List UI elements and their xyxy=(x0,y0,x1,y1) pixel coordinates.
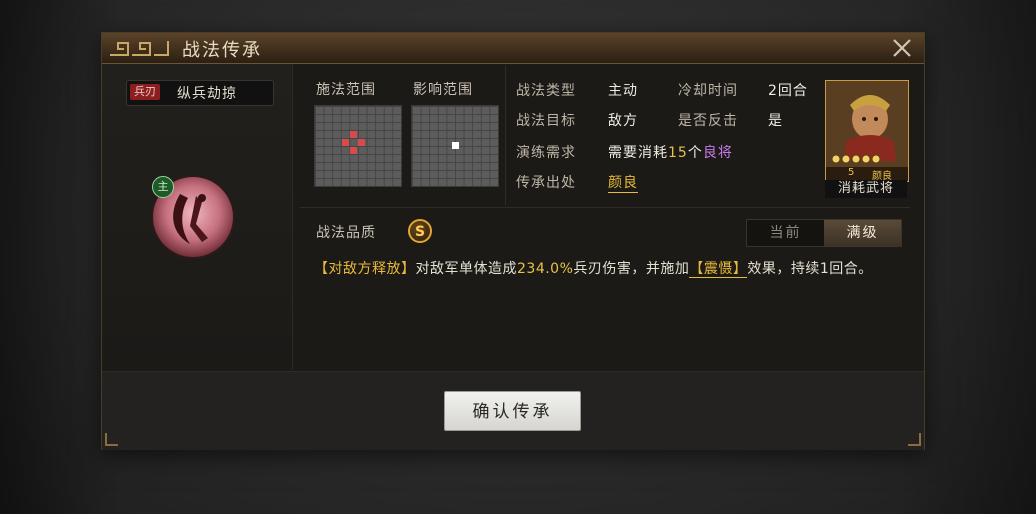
desc-damage: 234.0% xyxy=(517,261,574,277)
dialog-title: 战法传承 xyxy=(182,40,262,61)
dialog-titlebar: 战法传承 xyxy=(102,33,924,64)
skill-target-value: 敌方 xyxy=(608,113,638,129)
consume-general-caption: 消耗武将 xyxy=(825,180,907,198)
quality-grade-badge: S xyxy=(408,219,432,243)
skill-target-label: 战法目标 xyxy=(516,113,576,129)
cast-range-grid xyxy=(314,105,402,187)
corner-ornament-icon xyxy=(908,433,921,446)
source-general-link[interactable]: 颜良 xyxy=(608,172,638,193)
cast-range-label: 施法范围 xyxy=(316,82,376,98)
desc-text-2: 兵刃伤害，并施加 xyxy=(573,261,690,277)
close-icon[interactable] xyxy=(890,36,914,60)
range-cell xyxy=(342,139,349,146)
skill-description: 【对敌方释放】对敌军单体造成234.0%兵刃伤害，并施加【震慑】效果，持续1回合… xyxy=(314,258,904,280)
train-prefix: 需要消耗 xyxy=(608,145,668,161)
current-level-tab[interactable]: 当前 xyxy=(747,220,824,246)
max-level-tab[interactable]: 满级 xyxy=(824,220,901,246)
train-requirement-label: 演练需求 xyxy=(516,145,576,161)
desc-text-3: 效果，持续1回合。 xyxy=(747,261,873,277)
counter-label: 是否反击 xyxy=(678,113,738,129)
train-requirement-value: 需要消耗15个良将 xyxy=(608,142,733,162)
cooldown-value: 2回合 xyxy=(768,83,808,99)
divider xyxy=(505,65,506,205)
source-label: 传承出处 xyxy=(516,175,576,191)
skill-type-label: 战法类型 xyxy=(516,83,576,99)
general-portrait-icon xyxy=(826,81,908,181)
general-rank: 5 xyxy=(848,167,855,178)
range-cell xyxy=(358,139,365,146)
counter-value: 是 xyxy=(768,113,783,129)
skill-type-value: 主动 xyxy=(608,83,638,99)
general-card[interactable]: 5 颜良 xyxy=(825,80,909,182)
desc-text-1: 对敌军单体造成 xyxy=(415,261,517,277)
skill-quality-label: 战法品质 xyxy=(316,225,376,241)
train-item: 良将 xyxy=(702,145,733,161)
range-cell xyxy=(350,147,357,154)
skill-name: 纵兵劫掠 xyxy=(177,86,237,102)
title-ornament-icon xyxy=(110,41,169,56)
train-unit: 个 xyxy=(687,145,703,161)
skill-type-badge: 兵刃 xyxy=(130,84,160,100)
confirm-inherit-button[interactable]: 确认传承 xyxy=(444,391,581,431)
range-cell xyxy=(350,131,357,138)
main-skill-badge: 主 xyxy=(152,176,174,198)
divider xyxy=(300,207,910,208)
effect-range-label: 影响范围 xyxy=(413,82,473,98)
effect-range-grid xyxy=(411,105,499,187)
desc-target-tag: 【对敌方释放】 xyxy=(314,261,416,277)
cooldown-label: 冷却时间 xyxy=(678,83,738,99)
target-cell xyxy=(452,142,459,149)
level-toggle: 当前 满级 xyxy=(746,219,902,247)
corner-ornament-icon xyxy=(105,433,118,446)
train-count: 15 xyxy=(668,145,688,161)
skill-name-tag: 兵刃 纵兵劫掠 xyxy=(126,80,274,106)
desc-buff-link[interactable]: 【震慑】 xyxy=(689,261,748,278)
